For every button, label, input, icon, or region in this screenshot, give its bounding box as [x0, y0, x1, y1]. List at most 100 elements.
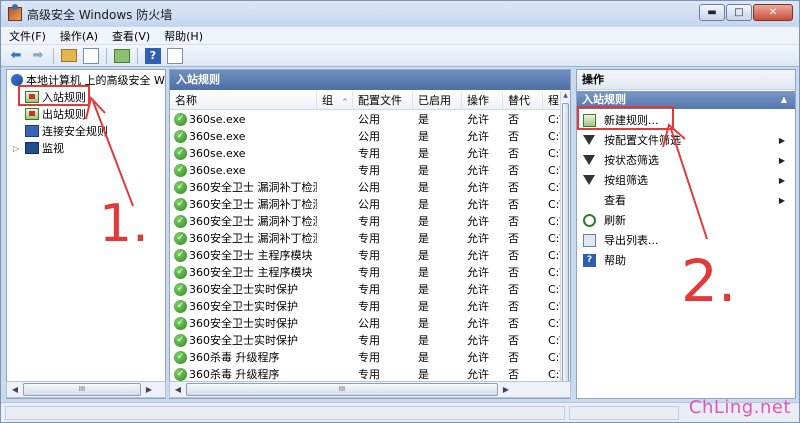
expand-arrow-icon[interactable]: ▷	[13, 144, 22, 153]
back-arrow-icon[interactable]: ⬅	[7, 47, 25, 65]
rule-name: 360se.exe	[189, 147, 246, 160]
enabled-check-icon: ✓	[174, 283, 187, 296]
action-label: 按配置文件筛选	[604, 134, 681, 147]
filter-icon	[583, 175, 595, 185]
maximize-button[interactable]: □	[726, 4, 752, 21]
cell-action: 允许	[467, 232, 489, 245]
scroll-up-icon[interactable]: ▲	[561, 92, 570, 99]
rule-name: 360安全卫士 主程序模块	[189, 266, 313, 279]
scroll-left-icon[interactable]: ◀	[7, 382, 23, 397]
tree-item-monitoring[interactable]: ▷ 监视	[13, 140, 64, 156]
cell-enabled: 是	[418, 283, 429, 296]
rule-name: 360安全卫士 主程序模块	[189, 249, 313, 262]
monitoring-icon	[25, 142, 39, 154]
action-label: 导出列表...	[604, 234, 659, 247]
scroll-right-icon[interactable]: ▶	[141, 382, 157, 397]
forward-arrow-icon[interactable]: ➡	[29, 47, 47, 65]
action-export-list[interactable]: 导出列表...	[577, 230, 795, 250]
action-filter-by-group[interactable]: 按组筛选 ▶	[577, 170, 795, 190]
menu-action[interactable]: 操作(A)	[60, 28, 98, 44]
menu-file[interactable]: 文件(F)	[9, 28, 46, 44]
collapse-caret-icon[interactable]: ▲	[781, 91, 787, 109]
cell-enabled: 是	[418, 198, 429, 211]
rule-name: 360安全卫士实时保护	[189, 317, 298, 330]
table-row[interactable]: ✓360安全卫士 漏洞补丁检测...公用是允许否C:\	[170, 196, 562, 213]
export-icon[interactable]	[113, 47, 131, 65]
cell-override: 否	[508, 249, 519, 262]
enabled-check-icon: ✓	[174, 181, 187, 194]
table-row[interactable]: ✓ 360安全卫士 主程序模块 专用是允许否 C:\	[170, 247, 562, 264]
table-row[interactable]: ✓ 360se.exe 专用是允许否 C:\	[170, 162, 562, 179]
table-row[interactable]: ✓ 360安全卫士实时保护 专用是允许否 C:\	[170, 298, 562, 315]
table-row[interactable]: ✓ 360se.exe 公用是允许否 C:\	[170, 128, 562, 145]
show-hide-action-pane-icon[interactable]	[166, 47, 184, 65]
table-row[interactable]: ✓ 360se.exe 专用是允许否 C:\	[170, 145, 562, 162]
column-header-enabled[interactable]: 已启用	[413, 91, 462, 110]
up-folder-icon[interactable]	[60, 47, 78, 65]
table-row[interactable]: ✓ 360安全卫士实时保护 专用是允许否 C:\	[170, 281, 562, 298]
cell-action: 允许	[467, 300, 489, 313]
close-button[interactable]: ✕	[753, 4, 793, 21]
scroll-right-icon[interactable]: ▶	[498, 382, 514, 397]
table-row[interactable]: ✓360安全卫士 漏洞补丁检测...公用是允许否C:\	[170, 179, 562, 196]
tree-item-outbound-rules[interactable]: 出站规则	[25, 106, 86, 122]
status-section	[569, 406, 679, 420]
table-row[interactable]: ✓ 360安全卫士实时保护 专用是允许否 C:\	[170, 332, 562, 349]
cell-action: 允许	[467, 181, 489, 194]
column-header-profile[interactable]: 配置文件	[353, 91, 413, 110]
action-help[interactable]: ? 帮助	[577, 250, 795, 270]
cell-override: 否	[508, 130, 519, 143]
scroll-left-icon[interactable]: ◀	[170, 382, 186, 397]
action-view[interactable]: 查看 ▶	[577, 190, 795, 210]
cell-override: 否	[508, 181, 519, 194]
tree-horizontal-scrollbar[interactable]: ◀ III ▶	[6, 381, 166, 398]
action-refresh[interactable]: 刷新	[577, 210, 795, 230]
cell-profile: 专用	[358, 164, 380, 177]
cell-override: 否	[508, 283, 519, 296]
column-header-name[interactable]: 名称	[170, 91, 317, 110]
action-label: 按状态筛选	[604, 154, 659, 167]
cell-override: 否	[508, 300, 519, 313]
outbound-rules-icon	[25, 108, 39, 120]
column-header-override[interactable]: 替代	[503, 91, 543, 110]
window-title: 高级安全 Windows 防火墙	[27, 7, 173, 22]
enabled-check-icon: ✓	[174, 368, 187, 381]
scrollbar-thumb[interactable]: III	[23, 383, 141, 396]
action-filter-by-profile[interactable]: 按配置文件筛选 ▶	[577, 130, 795, 150]
cell-name: ✓ 360安全卫士 主程序模块	[170, 264, 317, 281]
table-row[interactable]: ✓ 360安全卫士 主程序模块 专用是允许否 C:\	[170, 264, 562, 281]
action-filter-by-state[interactable]: 按状态筛选 ▶	[577, 150, 795, 170]
table-row[interactable]: ✓ 360se.exe 公用是允许否 C:\	[170, 111, 562, 128]
rules-horizontal-scrollbar[interactable]: ◀ III ▶	[169, 381, 571, 398]
cell-action: 允许	[467, 164, 489, 177]
title-bar: 高级安全 Windows 防火墙 ▬ □ ✕	[1, 1, 799, 27]
scrollbar-thumb[interactable]: III	[186, 383, 498, 396]
cell-name: ✓ 360se.exe	[170, 145, 317, 162]
show-hide-tree-icon[interactable]	[82, 47, 100, 65]
annotation-highlight-box	[577, 106, 674, 130]
scrollbar-thumb[interactable]	[562, 103, 569, 383]
cell-override: 否	[508, 164, 519, 177]
column-header-group[interactable]: 组 ^	[317, 91, 353, 110]
table-row[interactable]: ✓360安全卫士 漏洞补丁检测...专用是允许否C:\	[170, 213, 562, 230]
cell-profile: 专用	[358, 283, 380, 296]
cell-name: ✓360安全卫士 漏洞补丁检测...	[170, 213, 317, 230]
column-header-label: 组	[322, 94, 333, 107]
enabled-check-icon: ✓	[174, 266, 187, 279]
rule-name: 360安全卫士 漏洞补丁检测...	[189, 232, 317, 245]
cell-profile: 公用	[358, 181, 380, 194]
rules-vertical-scrollbar[interactable]: ▲ ▼	[560, 91, 570, 398]
table-row[interactable]: ✓ 360杀毒 升级程序 专用是允许否 C:\	[170, 349, 562, 366]
cell-name: ✓ 360se.exe	[170, 128, 317, 145]
menu-view[interactable]: 查看(V)	[112, 28, 150, 44]
menu-help[interactable]: 帮助(H)	[164, 28, 203, 44]
cell-profile: 公用	[358, 317, 380, 330]
column-header-action[interactable]: 操作	[462, 91, 503, 110]
tree-item-connection-security-rules[interactable]: 连接安全规则	[25, 123, 108, 139]
filter-icon	[583, 155, 595, 165]
table-row[interactable]: ✓ 360安全卫士实时保护 公用是允许否 C:\	[170, 315, 562, 332]
help-icon[interactable]: ?	[144, 47, 162, 65]
minimize-button[interactable]: ▬	[699, 4, 725, 21]
table-row[interactable]: ✓360安全卫士 漏洞补丁检测...专用是允许否C:\	[170, 230, 562, 247]
pane-title: 入站规则	[170, 70, 570, 90]
